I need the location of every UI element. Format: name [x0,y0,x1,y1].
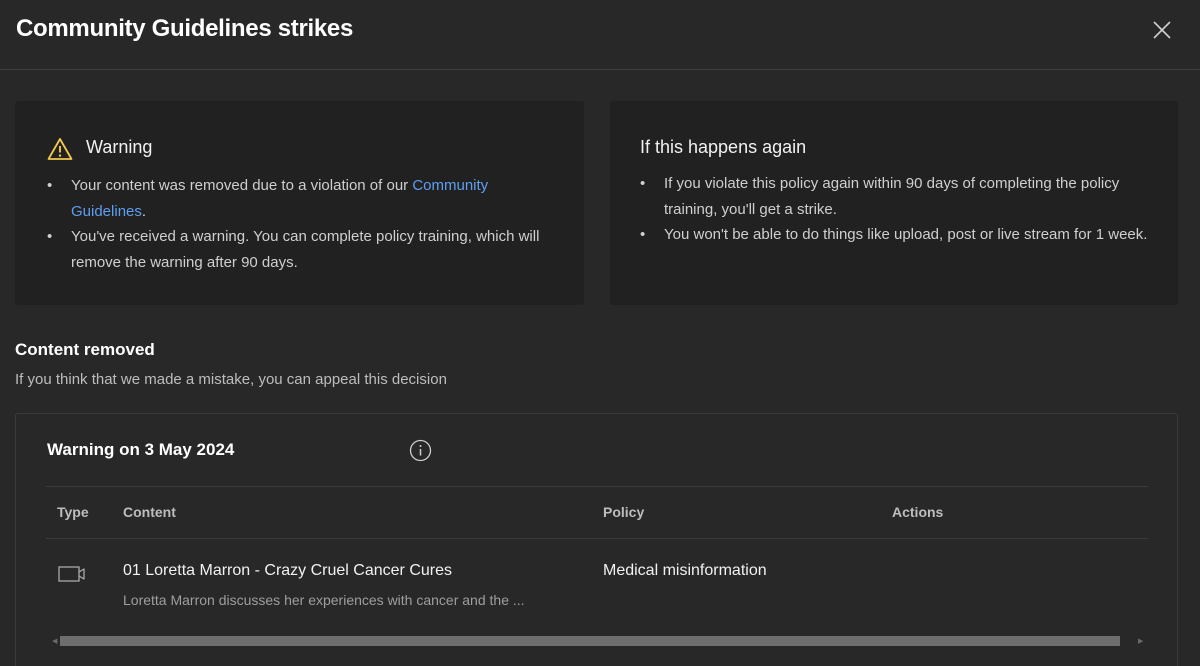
warning-heading: Warning [86,137,153,157]
warning-bullet-2: You've received a warning. You can compl… [47,224,547,275]
scroll-right-arrow-icon[interactable]: ▶ [1138,637,1143,645]
content-description: Loretta Marron discusses her experiences… [123,592,525,608]
content-title[interactable]: 01 Loretta Marron - Crazy Cruel Cancer C… [123,562,452,580]
again-bullet-1: If you violate this policy again within … [640,171,1150,222]
close-icon [1153,21,1171,39]
content-removed-subtitle: If you think that we made a mistake, you… [15,371,447,388]
scrollbar-thumb[interactable] [60,636,1120,646]
table-top-divider [46,486,1148,487]
scroll-left-arrow-icon[interactable]: ◀ [52,637,57,645]
if-happens-again-bullets: If you violate this policy again within … [640,171,1150,248]
strike-date-title: Warning on 3 May 2024 [47,440,235,459]
info-icon[interactable] [409,439,432,462]
column-header-type: Type [57,504,89,520]
dialog-title: Community Guidelines strikes [16,15,354,42]
column-header-content: Content [123,504,176,520]
if-happens-again-heading: If this happens again [640,137,807,157]
policy-value: Medical misinformation [603,562,767,579]
content-removed-title: Content removed [15,340,155,359]
warning-card: Warning Your content was removed due to … [15,101,584,305]
warning-bullet-1: Your content was removed due to a violat… [47,173,547,224]
warning-bullets: Your content was removed due to a violat… [47,173,547,275]
warning-icon [47,138,73,160]
again-bullet-2: You won't be able to do things like uplo… [640,222,1150,248]
warning-bullet-1-text: Your content was removed due to a violat… [71,177,413,194]
table-header-divider [46,538,1148,539]
warning-bullet-1-end: . [141,202,147,220]
dialog-header: Community Guidelines strikes [0,0,1200,70]
close-button[interactable] [1148,16,1176,44]
column-header-policy: Policy [603,504,645,520]
column-header-actions: Actions [892,504,944,520]
if-happens-again-card: If this happens again If you violate thi… [610,101,1178,305]
horizontal-scrollbar[interactable]: ◀ ▶ [46,635,1148,647]
strike-details-box: Warning on 3 May 2024 Type Content Polic… [15,413,1178,666]
video-icon [58,566,85,582]
